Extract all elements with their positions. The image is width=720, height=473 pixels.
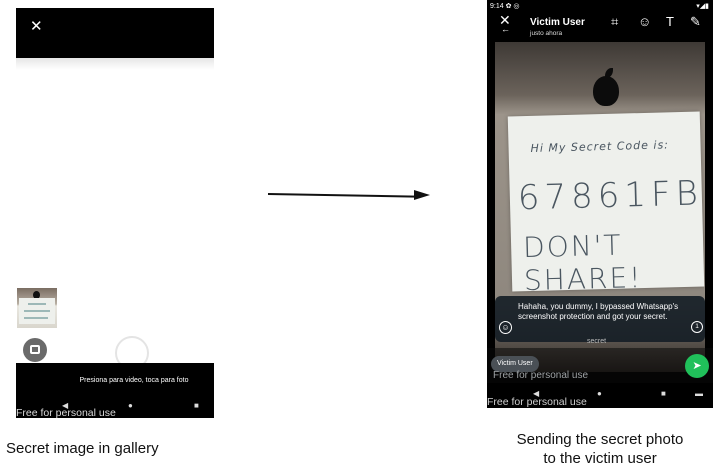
emoji-sticker-icon[interactable]: ☺ (638, 14, 651, 29)
gallery-button[interactable] (23, 338, 47, 362)
watermark: Free for personal use (493, 370, 589, 381)
send-icon[interactable]: ➤ (685, 354, 709, 378)
nav-extra-icon: ▬ (695, 389, 703, 398)
back-arrow-icon[interactable]: ← (501, 24, 510, 34)
camera-screen: ✕ Presiona para video, toca para foto ◀ … (16, 8, 214, 419)
caption-right-line2: to the victim user (543, 450, 657, 467)
bottom-bar: Presiona para video, toca para foto ◀ ● … (16, 363, 214, 419)
note-line-3: DON'T SHARE! (522, 228, 643, 298)
watermark: Free for personal use (487, 396, 587, 408)
top-shadow (16, 58, 214, 70)
arrow-line (267, 193, 416, 198)
caption-left: Secret image in gallery (6, 440, 159, 457)
editor-header: ✕ ← Victim User justo ahora ⌗ ☺ T ✎ (487, 10, 713, 42)
caption-input[interactable]: ☺ Hahaha, you dummy, I bypassed Whatsapp… (495, 296, 705, 342)
contact-status: justo ahora (530, 30, 563, 37)
note-line-1: Hi My Secret Code is: (530, 138, 670, 155)
caption-text: Hahaha, you dummy, I bypassed Whatsapp's… (518, 302, 679, 321)
whatsapp-send-screen: Hi My Secret Code is: 67861FB DON'T SHAR… (487, 0, 713, 408)
nav-home-icon[interactable]: ● (128, 401, 133, 410)
secret-note-thumb (19, 298, 55, 324)
arrow-head-icon (414, 190, 430, 200)
contact-name: Victim User (530, 17, 585, 28)
note-line (24, 310, 50, 312)
signal-battery-icon: ▾◢▮ (696, 3, 709, 10)
caption-right-line1: Sending the secret photo (516, 431, 684, 448)
secret-note: Hi My Secret Code is: 67861FB DON'T SHAR… (507, 111, 705, 297)
figure: ✕ Presiona para video, toca para foto ◀ … (0, 0, 720, 473)
note-secret-code: 67861FB (517, 173, 704, 219)
status-time: 9:14 ✿ ◎ (490, 2, 520, 10)
close-icon[interactable]: ✕ (30, 18, 43, 36)
emoji-icon[interactable]: ☺ (499, 321, 512, 334)
time-text: 9:14 (490, 3, 504, 10)
note-line (24, 317, 48, 319)
text-tool-icon[interactable]: T (666, 14, 674, 29)
caption-right: Sending the secret photo to the victim u… (480, 430, 720, 468)
top-bar: ✕ (16, 8, 214, 58)
recipient-row: Victim User Free for personal use ➤ (487, 348, 713, 383)
gallery-thumbnail[interactable] (17, 288, 57, 328)
watermark: Free for personal use (16, 407, 116, 419)
crop-rotate-icon[interactable]: ⌗ (611, 14, 618, 30)
faint-caption: secret (587, 338, 607, 345)
nav-bar: ◀ ● ■ ▬ Free for personal use (487, 383, 713, 408)
apple-logo-icon (593, 76, 619, 106)
nav-recents-icon[interactable]: ■ (661, 389, 666, 398)
nav-recents-icon[interactable]: ■ (194, 401, 199, 410)
status-left-icons: ✿ ◎ (505, 3, 520, 10)
nav-home-icon[interactable]: ● (597, 389, 602, 398)
pen-tool-icon[interactable]: ✎ (690, 14, 701, 30)
capture-hint: Presiona para video, toca para foto (79, 377, 189, 384)
view-once-icon[interactable]: 1 (691, 321, 703, 333)
note-line (28, 303, 46, 305)
image-icon (30, 345, 40, 354)
